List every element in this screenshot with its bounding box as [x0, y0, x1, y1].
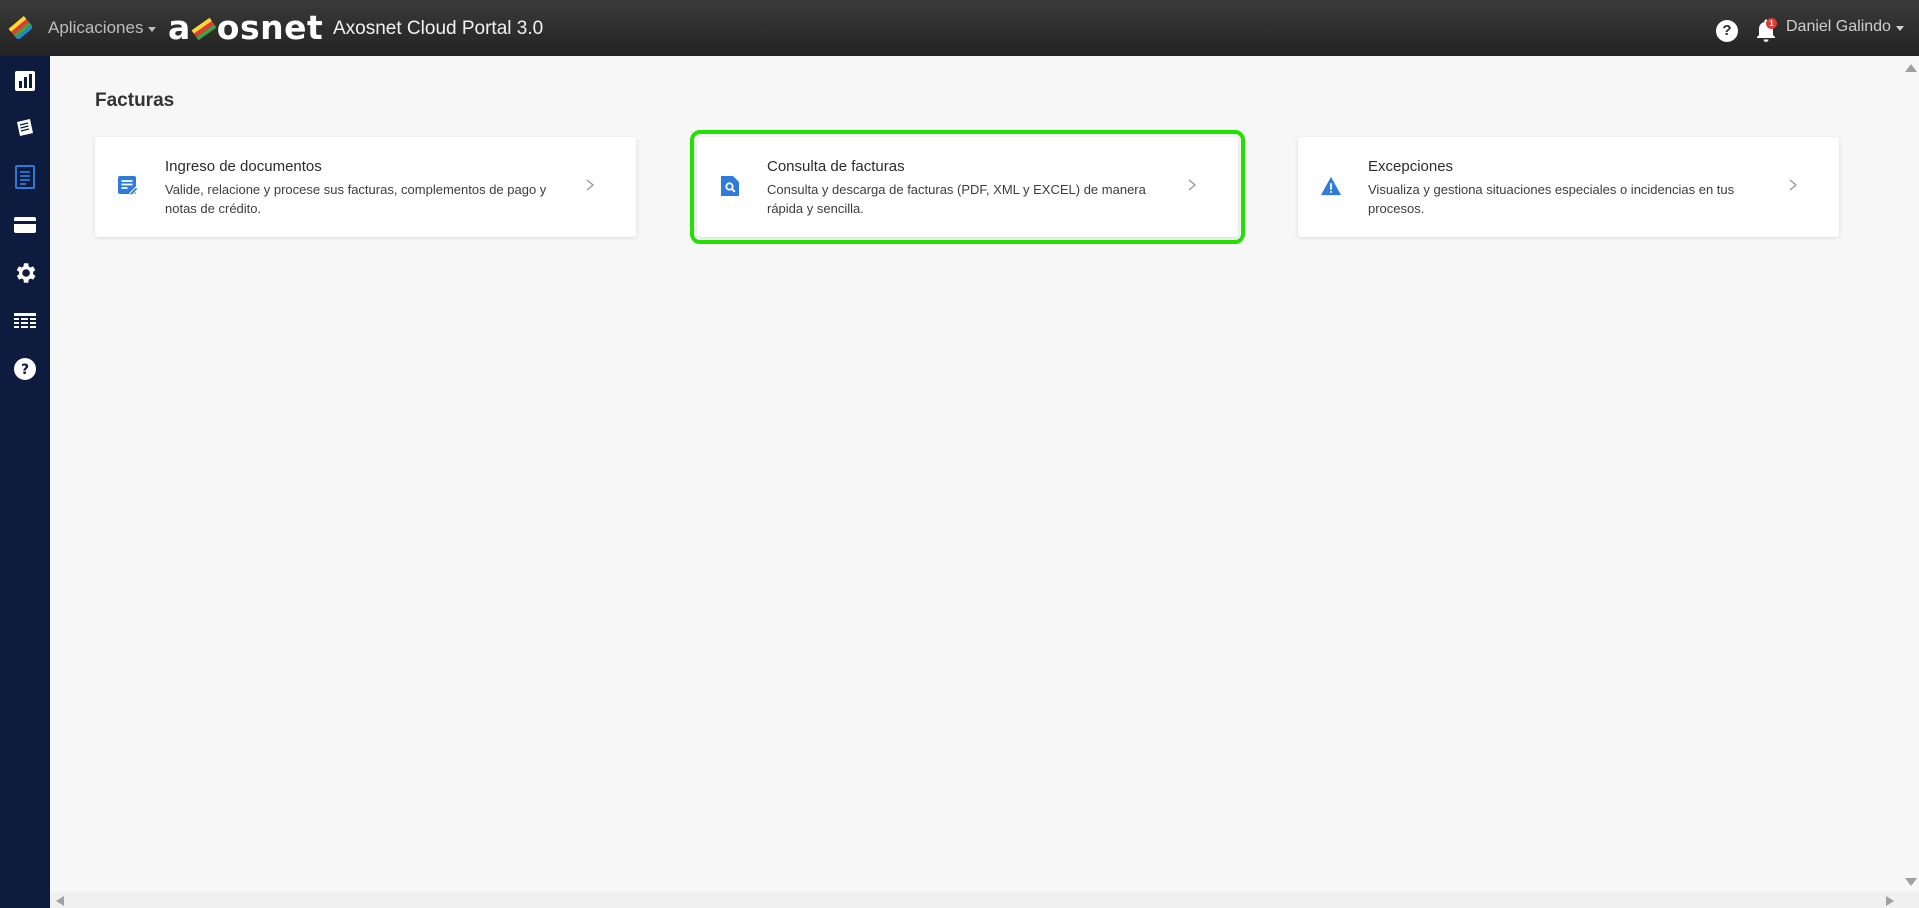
caret-down-icon [1895, 25, 1904, 31]
app-logo-icon[interactable] [8, 15, 32, 39]
help-button[interactable]: ? [1716, 20, 1738, 42]
horizontal-scrollbar[interactable] [50, 892, 1919, 908]
card-ingreso-documentos[interactable]: Ingreso de documentos Valide, relacione … [95, 137, 636, 237]
card-excepciones[interactable]: Excepciones Visualiza y gestiona situaci… [1298, 137, 1839, 237]
notification-count-badge: 1 [1766, 18, 1777, 29]
scroll-right-arrow[interactable] [1886, 896, 1894, 906]
apps-menu-label: Aplicaciones [48, 18, 144, 37]
page-title: Facturas [95, 90, 175, 111]
chevron-right-icon [1188, 179, 1197, 191]
user-name: Daniel Galindo [1786, 18, 1891, 35]
sidebar-item-invoices[interactable] [12, 164, 38, 190]
card-description: Consulta y descarga de facturas (PDF, XM… [767, 182, 1146, 216]
sidebar-item-settings[interactable] [12, 260, 38, 286]
sidebar-item-help[interactable]: ? [12, 356, 38, 382]
table-icon [14, 313, 36, 328]
scroll-left-arrow[interactable] [56, 896, 64, 906]
gear-icon [16, 263, 36, 283]
sidebar: ? [0, 56, 50, 908]
chevron-right-icon [586, 179, 595, 191]
file-search-icon [721, 176, 739, 196]
documents-icon [17, 119, 33, 136]
card-description: Visualiza y gestiona situaciones especia… [1368, 182, 1735, 216]
caret-down-icon [148, 26, 157, 32]
invoice-list-icon [15, 165, 35, 189]
sidebar-item-documents[interactable] [12, 116, 38, 142]
sidebar-item-reports[interactable] [12, 308, 38, 334]
scroll-up-arrow[interactable] [1905, 64, 1917, 72]
notifications-button[interactable]: 1 [1754, 18, 1778, 44]
top-bar: Aplicaciones a osnet Axosnet Cloud Porta… [0, 0, 1919, 56]
portal-title: Axosnet Cloud Portal 3.0 [333, 18, 544, 39]
warning-icon [1320, 176, 1342, 196]
sidebar-item-dashboard[interactable] [12, 68, 38, 94]
credit-card-icon [14, 217, 36, 233]
chevron-right-icon [1789, 179, 1798, 191]
card-title: Ingreso de documentos [165, 158, 322, 175]
card-consulta-facturas[interactable]: Consulta de facturas Consulta y descarga… [690, 130, 1245, 244]
brand-logo: a osnet [168, 8, 324, 47]
card-title: Consulta de facturas [767, 158, 905, 175]
user-menu[interactable]: Daniel Galindo [1786, 18, 1904, 36]
scroll-down-arrow[interactable] [1905, 878, 1917, 886]
document-edit-icon [118, 176, 139, 196]
help-circle-icon: ? [14, 358, 36, 380]
svg-text:?: ? [21, 362, 29, 378]
sidebar-item-payments[interactable] [12, 212, 38, 238]
card-title: Excepciones [1368, 158, 1454, 175]
apps-menu[interactable]: Aplicaciones [48, 18, 157, 38]
brand-mark-icon [191, 17, 217, 41]
card-description: Valide, relacione y procese sus facturas… [165, 182, 547, 216]
bar-chart-icon [15, 71, 35, 91]
